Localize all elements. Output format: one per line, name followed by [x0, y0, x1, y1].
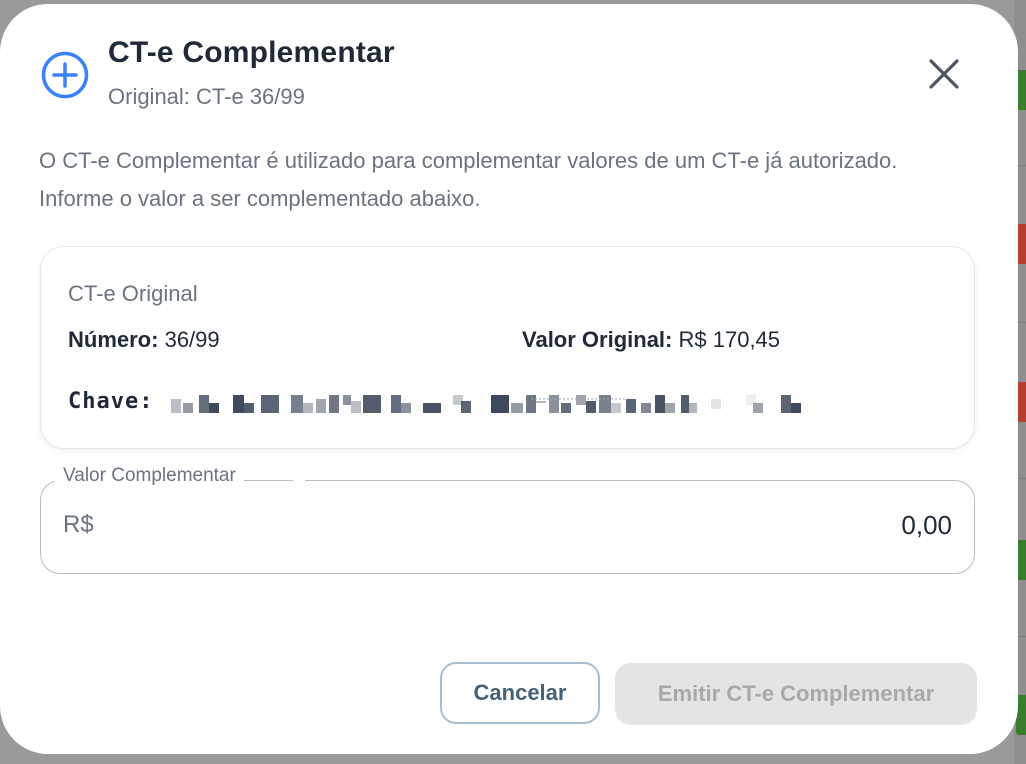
cancel-button[interactable]: Cancelar: [440, 662, 600, 724]
chave-label: Chave:: [68, 389, 154, 414]
close-button[interactable]: [920, 52, 968, 100]
plus-circle-icon: [40, 50, 90, 100]
numero-value: 36/99: [164, 327, 220, 352]
valor-complementar-input[interactable]: [252, 507, 952, 543]
card-title: CT-e Original: [68, 281, 198, 306]
dialog-title: CT-e Complementar: [108, 36, 395, 69]
valor-original-value: R$ 170,45: [678, 327, 781, 352]
currency-prefix: R$: [63, 511, 94, 538]
dialog-subtitle: Original: CT-e 36/99: [108, 84, 305, 109]
emit-ct-e-complementar-button[interactable]: Emitir CT-e Complementar: [615, 663, 977, 725]
dialog-description: O CT-e Complementar é utilizado para com…: [39, 148, 898, 211]
chave-redacted-value: [171, 395, 806, 417]
legend-gap: [293, 479, 305, 483]
original-ct-e-card: CT-e Original Número: 36/99 Valor Origin…: [40, 246, 975, 449]
valor-complementar-label: Valor Complementar: [55, 465, 244, 487]
ct-e-complementar-dialog: CT-e Complementar Original: CT-e 36/99 O…: [0, 4, 1018, 754]
numero-label: Número:: [68, 327, 159, 352]
valor-complementar-field[interactable]: Valor Complementar R$: [40, 465, 975, 574]
valor-original-label: Valor Original:: [522, 327, 673, 352]
valor-original-field: Valor Original: R$ 170,45: [522, 327, 780, 353]
numero-field: Número: 36/99: [68, 327, 220, 353]
close-icon: [928, 58, 960, 95]
